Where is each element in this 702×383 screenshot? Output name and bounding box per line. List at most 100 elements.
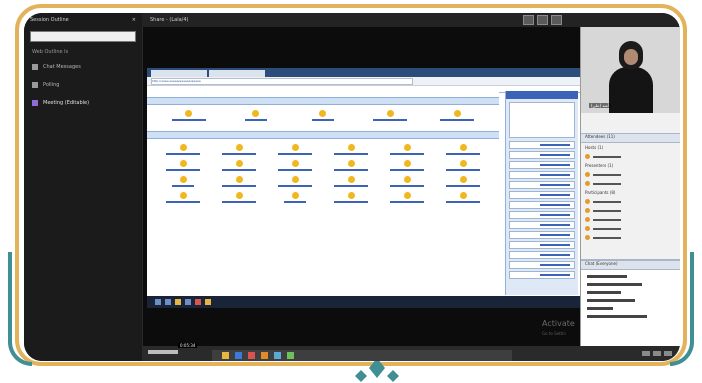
start-icon[interactable] <box>155 299 161 305</box>
side-menu-item[interactable] <box>509 261 575 269</box>
participant-group[interactable]: Participants (8) <box>581 188 680 197</box>
service-icon <box>291 144 299 151</box>
search-icon[interactable] <box>165 299 171 305</box>
service-link[interactable] <box>236 110 276 121</box>
service-link[interactable] <box>443 192 483 203</box>
presenter-group[interactable]: Presenters (1) <box>581 161 680 170</box>
service-link[interactable] <box>219 160 259 171</box>
service-link[interactable] <box>169 110 209 121</box>
service-icon <box>453 110 461 117</box>
service-link[interactable] <box>331 160 371 171</box>
attendee-row[interactable] <box>581 197 680 206</box>
browser-tab[interactable] <box>209 70 265 77</box>
host-group[interactable]: Hosts (1) <box>581 143 680 152</box>
service-link[interactable] <box>387 192 427 203</box>
service-link[interactable] <box>387 144 427 155</box>
fullscreen-icon[interactable] <box>664 351 672 356</box>
service-link[interactable] <box>443 160 483 171</box>
service-link[interactable] <box>275 176 315 187</box>
browser-icon[interactable] <box>235 352 242 359</box>
service-icon <box>291 160 299 167</box>
fit-view-icon[interactable] <box>537 15 548 25</box>
side-menu-item[interactable] <box>509 231 575 239</box>
service-link[interactable] <box>370 110 410 121</box>
side-menu-item[interactable] <box>509 141 575 149</box>
attendee-row[interactable] <box>581 224 680 233</box>
address-bar: http://www.aaaaa/aaaaaa/aaaaa <box>147 77 580 86</box>
service-link[interactable] <box>331 144 371 155</box>
section-header <box>147 97 499 105</box>
service-icon <box>459 192 467 199</box>
service-link[interactable] <box>443 144 483 155</box>
user-icon <box>585 235 590 240</box>
service-link[interactable] <box>331 192 371 203</box>
app-icon[interactable] <box>195 299 201 305</box>
outline-item-label: Chat Messages <box>43 64 81 70</box>
side-menu-item[interactable] <box>509 271 575 279</box>
outline-item-meeting[interactable]: Meeting (Editable) <box>24 94 142 112</box>
playback-progress[interactable] <box>148 350 178 354</box>
app-icon[interactable] <box>274 352 281 359</box>
browser-icon[interactable] <box>185 299 191 305</box>
service-icon <box>235 192 243 199</box>
service-link[interactable] <box>163 160 203 171</box>
service-link[interactable] <box>387 160 427 171</box>
service-link[interactable] <box>275 160 315 171</box>
chat-message <box>587 299 635 302</box>
close-icon[interactable]: × <box>132 17 136 23</box>
grid-view-icon[interactable] <box>523 15 534 25</box>
browser-tab[interactable] <box>151 70 207 77</box>
app-icon[interactable] <box>261 352 268 359</box>
side-menu-item[interactable] <box>509 251 575 259</box>
service-link[interactable] <box>331 176 371 187</box>
chat-header[interactable]: Chat (Everyone) <box>581 260 680 270</box>
side-menu-header <box>506 91 578 99</box>
app-icon[interactable] <box>287 352 294 359</box>
host-taskbar <box>212 350 512 361</box>
settings-icon[interactable] <box>653 351 661 356</box>
view-controls <box>523 15 562 25</box>
service-link[interactable] <box>163 144 203 155</box>
service-link[interactable] <box>443 176 483 187</box>
portal-content <box>147 91 499 295</box>
outline-item-chat[interactable]: Chat Messages <box>24 58 142 76</box>
attendee-row[interactable] <box>581 215 680 224</box>
service-link[interactable] <box>303 110 343 121</box>
side-menu-item[interactable] <box>509 211 575 219</box>
side-menu-item[interactable] <box>509 241 575 249</box>
side-menu-item[interactable] <box>509 181 575 189</box>
fullscreen-icon[interactable] <box>551 15 562 25</box>
service-link[interactable] <box>219 176 259 187</box>
service-link[interactable] <box>275 192 315 203</box>
service-link[interactable] <box>275 144 315 155</box>
side-menu-item[interactable] <box>509 171 575 179</box>
side-menu-item[interactable] <box>509 151 575 159</box>
outline-item-polling[interactable]: Polling <box>24 76 142 94</box>
service-link[interactable] <box>163 192 203 203</box>
attendee-row[interactable] <box>581 179 680 188</box>
folder-icon[interactable] <box>222 352 229 359</box>
service-link[interactable] <box>163 176 203 187</box>
service-icon <box>179 192 187 199</box>
folder-icon[interactable] <box>175 299 181 305</box>
attendee-row[interactable] <box>581 152 680 161</box>
attendee-row[interactable] <box>581 233 680 242</box>
service-link[interactable] <box>437 110 477 121</box>
side-menu-item[interactable] <box>509 201 575 209</box>
service-link[interactable] <box>387 176 427 187</box>
side-menu-item[interactable] <box>509 161 575 169</box>
attendee-row[interactable] <box>581 206 680 215</box>
app-icon[interactable] <box>248 352 255 359</box>
service-link[interactable] <box>219 144 259 155</box>
address-field[interactable]: http://www.aaaaa/aaaaaa/aaaaa <box>151 77 413 85</box>
chat-message <box>587 307 613 310</box>
search-input[interactable] <box>30 31 136 42</box>
attendee-row[interactable] <box>581 170 680 179</box>
user-icon <box>585 226 590 231</box>
service-link[interactable] <box>219 192 259 203</box>
side-menu-item[interactable] <box>509 221 575 229</box>
attendees-header[interactable]: Attendees (11) <box>581 133 680 143</box>
app-icon[interactable] <box>205 299 211 305</box>
volume-icon[interactable] <box>642 351 650 356</box>
side-menu-item[interactable] <box>509 191 575 199</box>
